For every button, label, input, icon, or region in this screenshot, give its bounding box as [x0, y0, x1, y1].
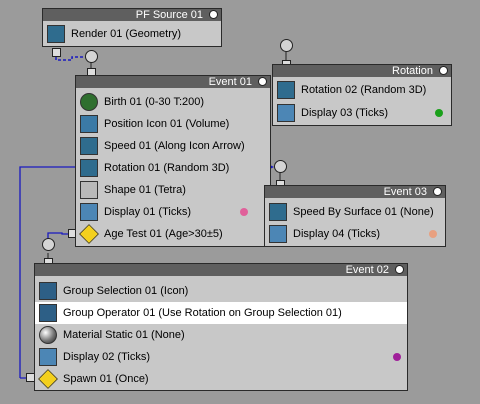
- operator-row[interactable]: Spawn 01 (Once): [35, 368, 407, 390]
- operator-label: Group Operator 01 (Use Rotation on Group…: [63, 307, 342, 319]
- operator-label: Group Selection 01 (Icon): [63, 285, 189, 297]
- display-icon: [80, 203, 98, 221]
- lightbulb-icon[interactable]: [439, 66, 448, 75]
- position-icon: [80, 115, 98, 133]
- node-title-label: Event 03: [383, 186, 427, 198]
- operator-label: Display 04 (Ticks): [293, 228, 380, 240]
- speed-icon: [80, 137, 98, 155]
- event01-node[interactable]: Event 01 Birth 01 (0-30 T:200) Position …: [75, 75, 271, 247]
- group-operator-icon: [39, 304, 57, 322]
- operator-label: Display 03 (Ticks): [301, 107, 388, 119]
- speed-by-surface-icon: [269, 203, 287, 221]
- rotation-node[interactable]: Rotation Rotation 02 (Random 3D) Display…: [272, 64, 452, 126]
- lightbulb-icon[interactable]: [395, 265, 404, 274]
- event03-node[interactable]: Event 03 Speed By Surface 01 (None) Disp…: [264, 185, 446, 247]
- operator-label: Speed 01 (Along Icon Arrow): [104, 140, 245, 152]
- operator-label: Rotation 01 (Random 3D): [104, 162, 230, 174]
- node-title-label: PF Source 01: [135, 9, 203, 21]
- shape-icon: [80, 181, 98, 199]
- operator-row[interactable]: Display 04 (Ticks): [265, 223, 445, 245]
- age-test-icon: [79, 224, 99, 244]
- display-icon: [39, 348, 57, 366]
- event01-input-connector[interactable]: [85, 50, 98, 63]
- render-geometry-icon: [47, 25, 65, 43]
- operator-row[interactable]: Speed 01 (Along Icon Arrow): [76, 135, 270, 157]
- operator-row[interactable]: Group Selection 01 (Icon): [35, 280, 407, 302]
- event03-input-connector[interactable]: [274, 160, 287, 173]
- node-title[interactable]: Event 03: [265, 186, 445, 198]
- lightbulb-icon[interactable]: [433, 187, 442, 196]
- operator-row[interactable]: Rotation 02 (Random 3D): [273, 79, 451, 101]
- operator-label: Display 02 (Ticks): [63, 351, 150, 363]
- rotation-icon: [80, 159, 98, 177]
- material-icon: [39, 326, 57, 344]
- node-title-label: Event 01: [208, 76, 252, 88]
- display-icon: [277, 104, 295, 122]
- operator-label: Birth 01 (0-30 T:200): [104, 96, 205, 108]
- group-selection-icon: [39, 282, 57, 300]
- operator-label: Speed By Surface 01 (None): [293, 206, 434, 218]
- operator-label: Rotation 02 (Random 3D): [301, 84, 427, 96]
- operator-label: Render 01 (Geometry): [71, 28, 182, 40]
- birth-icon: [80, 93, 98, 111]
- operator-row[interactable]: Display 02 (Ticks): [35, 346, 407, 368]
- operator-row[interactable]: Birth 01 (0-30 T:200): [76, 91, 270, 113]
- spawn-icon: [38, 369, 58, 389]
- event02-input-connector[interactable]: [42, 238, 55, 251]
- rotation-icon: [277, 81, 295, 99]
- display-color-swatch[interactable]: [393, 353, 401, 361]
- node-title[interactable]: Event 01: [76, 76, 270, 88]
- display-color-swatch[interactable]: [429, 230, 437, 238]
- lightbulb-icon[interactable]: [209, 10, 218, 19]
- pf-source-node[interactable]: PF Source 01 Render 01 (Geometry): [42, 8, 222, 47]
- pf-source-output-connector[interactable]: [52, 48, 61, 57]
- node-title[interactable]: Event 02: [35, 264, 407, 276]
- operator-row[interactable]: Speed By Surface 01 (None): [265, 201, 445, 223]
- operator-label: Position Icon 01 (Volume): [104, 118, 230, 130]
- operator-row-selected[interactable]: Group Operator 01 (Use Rotation on Group…: [35, 302, 407, 324]
- event02-node[interactable]: Event 02 Group Selection 01 (Icon) Group…: [34, 263, 408, 391]
- operator-row[interactable]: Display 03 (Ticks): [273, 102, 451, 124]
- rotation-input-connector[interactable]: [280, 39, 293, 52]
- operator-row[interactable]: Display 01 (Ticks): [76, 201, 270, 223]
- node-title[interactable]: Rotation: [273, 65, 451, 77]
- operator-row[interactable]: Position Icon 01 (Volume): [76, 113, 270, 135]
- display-icon: [269, 225, 287, 243]
- operator-label: Age Test 01 (Age>30±5): [104, 228, 223, 240]
- node-title-label: Rotation: [392, 65, 433, 77]
- operator-label: Spawn 01 (Once): [63, 373, 149, 385]
- operator-label: Display 01 (Ticks): [104, 206, 191, 218]
- operator-row[interactable]: Material Static 01 (None): [35, 324, 407, 346]
- operator-row[interactable]: Rotation 01 (Random 3D): [76, 157, 270, 179]
- operator-label: Shape 01 (Tetra): [104, 184, 186, 196]
- lightbulb-icon[interactable]: [258, 77, 267, 86]
- node-title[interactable]: PF Source 01: [43, 9, 221, 21]
- display-color-swatch[interactable]: [435, 109, 443, 117]
- node-title-label: Event 02: [345, 264, 389, 276]
- display-color-swatch[interactable]: [240, 208, 248, 216]
- operator-row[interactable]: Age Test 01 (Age>30±5): [76, 223, 270, 245]
- operator-row[interactable]: Render 01 (Geometry): [43, 23, 221, 45]
- operator-label: Material Static 01 (None): [63, 329, 185, 341]
- operator-row[interactable]: Shape 01 (Tetra): [76, 179, 270, 201]
